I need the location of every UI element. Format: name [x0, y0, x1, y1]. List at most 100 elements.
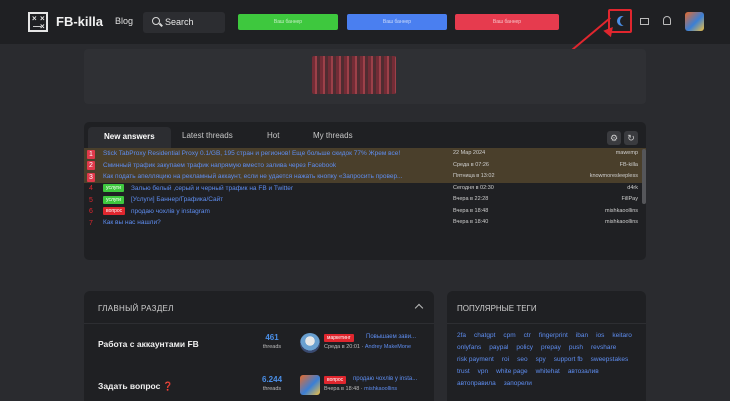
tag-link[interactable]: revshare: [591, 343, 616, 352]
forum-prefix-badge[interactable]: вопрос: [324, 376, 347, 384]
forum-last-meta: Среда в 20:01 · Andrey MakeMone: [324, 344, 412, 350]
thread-tag[interactable]: услуги: [103, 184, 124, 192]
thread-date: Вчера в 18:48: [453, 207, 489, 214]
thread-date: Сегодня в 02:30: [453, 184, 494, 191]
tag-link[interactable]: onlyfans: [457, 343, 481, 352]
thread-title[interactable]: Как вы нас нашли?: [103, 219, 161, 226]
settings-icon[interactable]: ⚙: [607, 131, 621, 145]
tag-link[interactable]: vpn: [478, 367, 488, 376]
tag-link[interactable]: автозалив: [568, 367, 599, 376]
promo-banner-green[interactable]: Ваш баннер: [238, 14, 338, 30]
main-section-panel: ГЛАВНЫЙ РАЗДЕЛ Работа с аккаунтами FB 46…: [84, 291, 434, 401]
forum-name[interactable]: Задать вопрос ❓: [98, 381, 173, 392]
thread-author[interactable]: FillPay: [621, 196, 638, 202]
thread-title[interactable]: Stick TabProxy Residential Proxy 0.1/GB,…: [103, 150, 400, 157]
tag-link[interactable]: ctr: [524, 331, 531, 340]
thread-row[interactable]: 2 Сминный трафик закупаем трафик напряму…: [84, 159, 646, 171]
tab-new-answers[interactable]: New answers: [88, 127, 171, 148]
tags-divider: [447, 323, 646, 324]
thread-author[interactable]: mishkaoollins: [605, 208, 638, 214]
search-button[interactable]: Search: [143, 12, 225, 33]
forum-name[interactable]: Работа с аккаунтами FB: [98, 339, 199, 349]
promo-banner-red[interactable]: Ваш баннер: [455, 14, 559, 30]
thread-date: Вчера в 18:40: [453, 219, 489, 225]
forum-last-meta: Вчера в 18:48 · mishkaoollins: [324, 386, 398, 392]
tag-link[interactable]: paypal: [489, 343, 508, 352]
thread-row[interactable]: 7 Как вы нас нашли? Вчера в 18:40 mishka…: [84, 217, 646, 229]
thread-title[interactable]: Сминный трафик закупаем трафик напрямую …: [103, 162, 336, 169]
thread-rank: 4: [89, 185, 93, 192]
promo-banner-blue[interactable]: Ваш баннер: [347, 14, 447, 30]
thread-date: Пятница в 13:02: [453, 173, 495, 179]
thread-tag[interactable]: услуги: [103, 195, 124, 204]
thread-title[interactable]: Залью белый ,серый и черный трафик на FB…: [131, 185, 293, 192]
tab-my-threads[interactable]: My threads: [313, 131, 353, 140]
tag-link[interactable]: 2fa: [457, 331, 466, 340]
thread-author[interactable]: mawemp: [616, 150, 638, 156]
tag-link[interactable]: fingerprint: [539, 331, 568, 340]
tag-link[interactable]: roi: [502, 355, 509, 364]
ad-banner-image[interactable]: [312, 56, 396, 94]
thread-row[interactable]: 1 Stick TabProxy Residential Proxy 0.1/G…: [84, 148, 646, 160]
chevron-up-icon[interactable]: [414, 303, 424, 313]
thread-title[interactable]: Как подать апелляцию на рекламный аккаун…: [103, 173, 402, 180]
tag-link[interactable]: keitaro: [612, 331, 632, 340]
moon-icon: [620, 16, 630, 26]
last-poster-avatar[interactable]: [300, 333, 320, 353]
mail-icon[interactable]: [640, 18, 649, 25]
forum-last-post[interactable]: Повышаем зави...: [366, 334, 416, 340]
search-label: Search: [165, 17, 194, 27]
tag-link[interactable]: запорели: [504, 379, 532, 388]
tag-link[interactable]: policy: [516, 343, 533, 352]
threads-scrollbar[interactable]: [642, 149, 646, 204]
tag-cloud: 2fa chatgpt cpm ctr fingerprint iban ios…: [457, 331, 642, 388]
thread-author[interactable]: mishkaoollins: [605, 219, 638, 225]
forum-thread-label: threads: [262, 344, 282, 350]
thread-rank: 3: [87, 172, 95, 182]
thread-tag[interactable]: вопрос: [103, 207, 126, 215]
tag-link[interactable]: sweepstakes: [591, 355, 629, 364]
thread-rank: 2: [87, 161, 95, 170]
thread-author[interactable]: FB-killa: [620, 162, 638, 168]
forum-row[interactable]: Работа с аккаунтами FB 461 threads марке…: [84, 329, 434, 359]
tab-hot[interactable]: Hot: [267, 131, 279, 140]
tag-link[interactable]: support fb: [554, 355, 583, 364]
site-brand[interactable]: FB-killa: [56, 14, 103, 29]
thread-rank: 6: [89, 208, 93, 215]
thread-row[interactable]: 4 услуги Залью белый ,серый и черный тра…: [84, 183, 646, 195]
top-navbar: × × — × FB-killa Blog Search Ваш баннер Ва…: [0, 0, 730, 44]
bell-icon[interactable]: [663, 16, 671, 25]
user-avatar[interactable]: [685, 12, 704, 31]
nav-blog-link[interactable]: Blog: [115, 16, 133, 26]
refresh-icon[interactable]: ↻: [624, 131, 638, 145]
tag-link[interactable]: whitehat: [536, 367, 560, 376]
tag-link[interactable]: spy: [536, 355, 546, 364]
tag-link[interactable]: risk payment: [457, 355, 494, 364]
tag-link[interactable]: push: [569, 343, 583, 352]
last-poster-avatar[interactable]: [300, 375, 320, 395]
thread-author[interactable]: knowmoresleepless: [590, 173, 638, 179]
tag-link[interactable]: iban: [576, 331, 588, 340]
tag-link[interactable]: ios: [596, 331, 604, 340]
thread-title[interactable]: [Услуги] Баннер/Графика/Сайт: [131, 196, 223, 203]
thread-author[interactable]: d4rk: [627, 185, 638, 191]
tab-latest-threads[interactable]: Latest threads: [182, 131, 233, 140]
forum-last-post[interactable]: продаю чохлів у insta...: [353, 376, 417, 382]
thread-row[interactable]: 5 услуги [Услуги] Баннер/Графика/Сайт Вч…: [84, 194, 646, 206]
forum-row[interactable]: Задать вопрос ❓ 6.244 threads вопрос про…: [84, 371, 434, 401]
thread-row[interactable]: 3 Как подать апелляцию на рекламный акка…: [84, 171, 646, 183]
tag-link[interactable]: cpm: [503, 331, 515, 340]
tag-link[interactable]: seo: [517, 355, 527, 364]
tag-link[interactable]: автоправила: [457, 379, 496, 388]
thread-date: Вчера в 22:28: [453, 196, 489, 202]
thread-row[interactable]: 6 вопрос продаю чохлів у instagram Вчера…: [84, 206, 646, 218]
forum-prefix-badge[interactable]: маркетинг: [324, 334, 354, 342]
tag-link[interactable]: chatgpt: [474, 331, 495, 340]
thread-title[interactable]: продаю чохлів у instagram: [131, 208, 210, 215]
logo-icon[interactable]: × × — ×: [28, 12, 48, 32]
thread-rank: 1: [87, 149, 95, 159]
thread-rank: 5: [89, 196, 93, 204]
tag-link[interactable]: white page: [496, 367, 527, 376]
tag-link[interactable]: trust: [457, 367, 470, 376]
tag-link[interactable]: prepay: [541, 343, 561, 352]
